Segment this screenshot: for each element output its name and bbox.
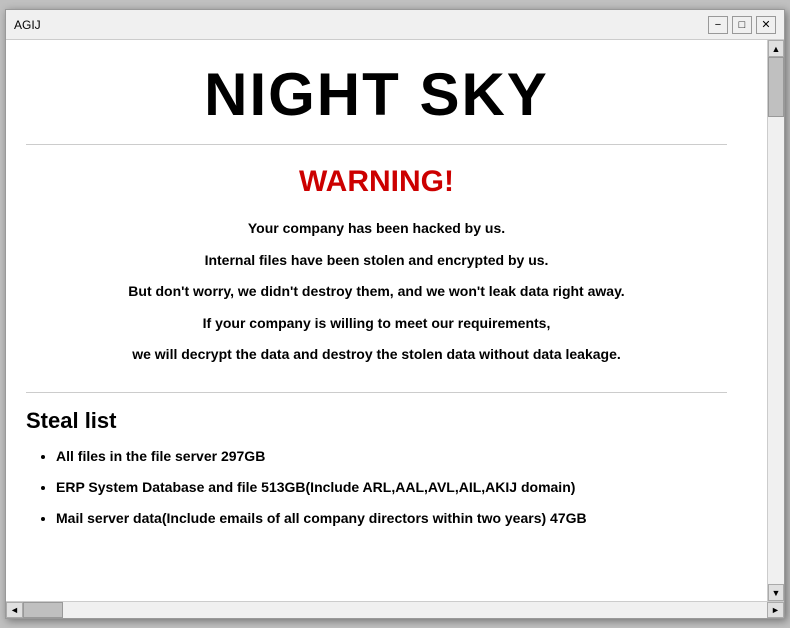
message-line-3: But don't worry, we didn't destroy them,… bbox=[26, 282, 727, 302]
close-button[interactable]: ✕ bbox=[756, 16, 776, 34]
title-bar: AGIJ − □ ✕ bbox=[6, 10, 784, 40]
message-line-2: Internal files have been stolen and encr… bbox=[26, 251, 727, 271]
window-controls: − □ ✕ bbox=[708, 16, 776, 34]
steal-list-title: Steal list bbox=[26, 408, 727, 434]
steal-list-item-3: Mail server data(Include emails of all c… bbox=[56, 508, 727, 529]
main-window: AGIJ − □ ✕ NIGHT SKY WARNING! Your compa… bbox=[5, 9, 785, 619]
message-line-4: If your company is willing to meet our r… bbox=[26, 314, 727, 334]
message-line-1: Your company has been hacked by us. bbox=[26, 219, 727, 239]
window-body: NIGHT SKY WARNING! Your company has been… bbox=[6, 40, 784, 601]
steal-list-item-2: ERP System Database and file 513GB(Inclu… bbox=[56, 477, 727, 498]
window-title: AGIJ bbox=[14, 18, 41, 32]
steal-list: All files in the file server 297GB ERP S… bbox=[26, 446, 727, 529]
hscrollbar-thumb[interactable] bbox=[23, 602, 63, 618]
horizontal-scrollbar[interactable]: ◄ ► bbox=[6, 601, 784, 618]
scrollbar-thumb-area bbox=[768, 57, 784, 584]
scrollbar-thumb[interactable] bbox=[768, 57, 784, 117]
minimize-button[interactable]: − bbox=[708, 16, 728, 34]
scroll-down-button[interactable]: ▼ bbox=[768, 584, 784, 601]
content-area: NIGHT SKY WARNING! Your company has been… bbox=[6, 40, 767, 601]
scroll-right-button[interactable]: ► bbox=[767, 602, 784, 618]
message-body: WARNING! Your company has been hacked by… bbox=[26, 165, 727, 393]
hscrollbar-track bbox=[23, 602, 767, 618]
scroll-left-button[interactable]: ◄ bbox=[6, 602, 23, 618]
scroll-up-button[interactable]: ▲ bbox=[768, 40, 784, 57]
main-title: NIGHT SKY bbox=[26, 60, 727, 145]
steal-list-item-1: All files in the file server 297GB bbox=[56, 446, 727, 467]
maximize-button[interactable]: □ bbox=[732, 16, 752, 34]
message-line-5: we will decrypt the data and destroy the… bbox=[26, 345, 727, 365]
steal-list-section: Steal list All files in the file server … bbox=[26, 408, 727, 554]
warning-title: WARNING! bbox=[26, 165, 727, 199]
vertical-scrollbar[interactable]: ▲ ▼ bbox=[767, 40, 784, 601]
